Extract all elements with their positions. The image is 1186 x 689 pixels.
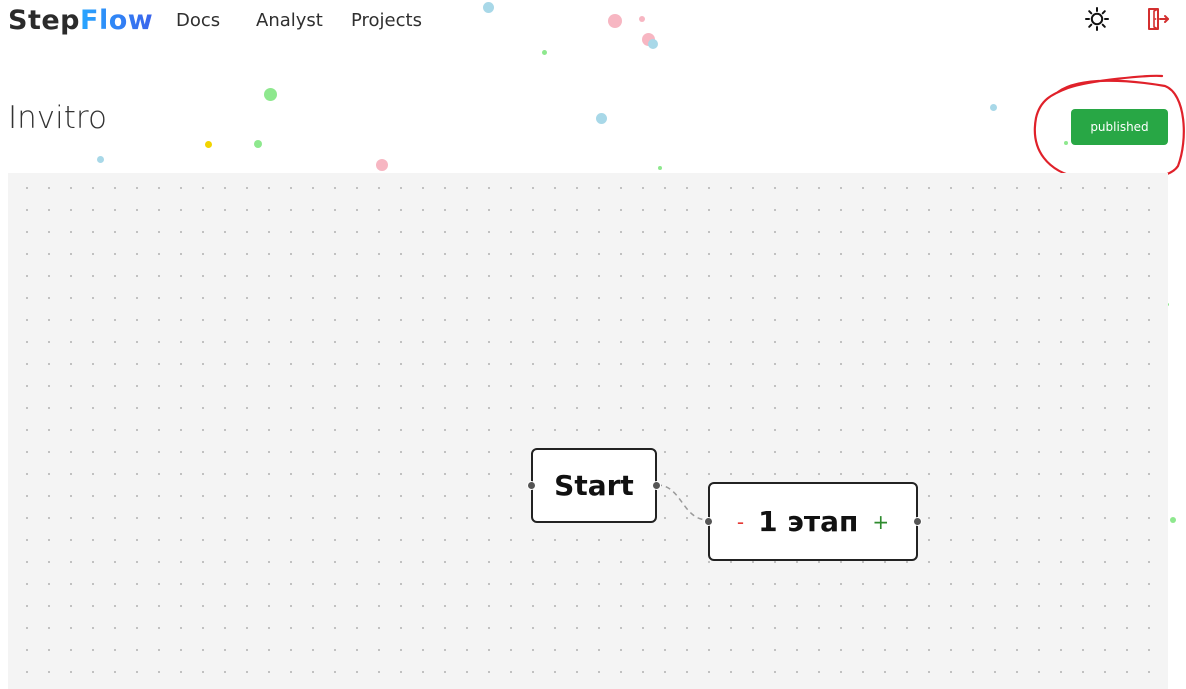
confetti-dot xyxy=(642,33,655,46)
node-label: Start xyxy=(554,469,634,502)
page-title: Invitro xyxy=(8,100,107,136)
flow-node-stage-1[interactable]: - 1 этап + xyxy=(704,482,922,561)
flow-node-start[interactable]: Start xyxy=(527,448,661,523)
node-input-handle[interactable] xyxy=(527,481,536,490)
confetti-dot xyxy=(648,39,658,49)
node-output-handle[interactable] xyxy=(652,481,661,490)
confetti-dot xyxy=(1064,141,1068,145)
confetti-dot xyxy=(254,140,262,148)
confetti-dot xyxy=(1170,517,1176,523)
confetti-dot xyxy=(97,156,104,163)
nav-link-projects[interactable]: Projects xyxy=(351,9,422,33)
confetti-dot xyxy=(376,159,388,171)
status-published-button[interactable]: published xyxy=(1071,109,1168,145)
confetti-dot xyxy=(264,88,277,101)
add-stage-button[interactable]: + xyxy=(872,510,889,534)
logo-text-step: Step xyxy=(8,5,80,36)
theme-toggle-button[interactable] xyxy=(1084,6,1110,32)
node-input-handle[interactable] xyxy=(704,517,713,526)
confetti-dot xyxy=(483,2,494,13)
confetti-dot xyxy=(658,166,662,170)
nav-link-analyst[interactable]: Analyst xyxy=(256,9,323,33)
app-logo[interactable]: StepFlow xyxy=(8,4,153,38)
flow-canvas[interactable]: Start - 1 этап + xyxy=(8,173,1168,689)
flow-edge-start-to-stage xyxy=(656,484,709,521)
confetti-dot xyxy=(596,113,607,124)
confetti-dot xyxy=(608,14,622,28)
logout-button[interactable] xyxy=(1145,6,1171,32)
confetti-dot xyxy=(990,104,997,111)
confetti-dot xyxy=(639,16,645,22)
logo-text-flow: Flow xyxy=(80,5,154,36)
flow-edges xyxy=(656,484,709,521)
sun-icon xyxy=(1085,7,1109,31)
node-label: 1 этап xyxy=(758,505,859,538)
logout-door-icon xyxy=(1148,8,1169,30)
nav-link-docs[interactable]: Docs xyxy=(176,9,220,33)
remove-stage-button[interactable]: - xyxy=(737,510,744,534)
confetti-dot xyxy=(542,50,547,55)
node-output-handle[interactable] xyxy=(913,517,922,526)
confetti-dot xyxy=(205,141,212,148)
